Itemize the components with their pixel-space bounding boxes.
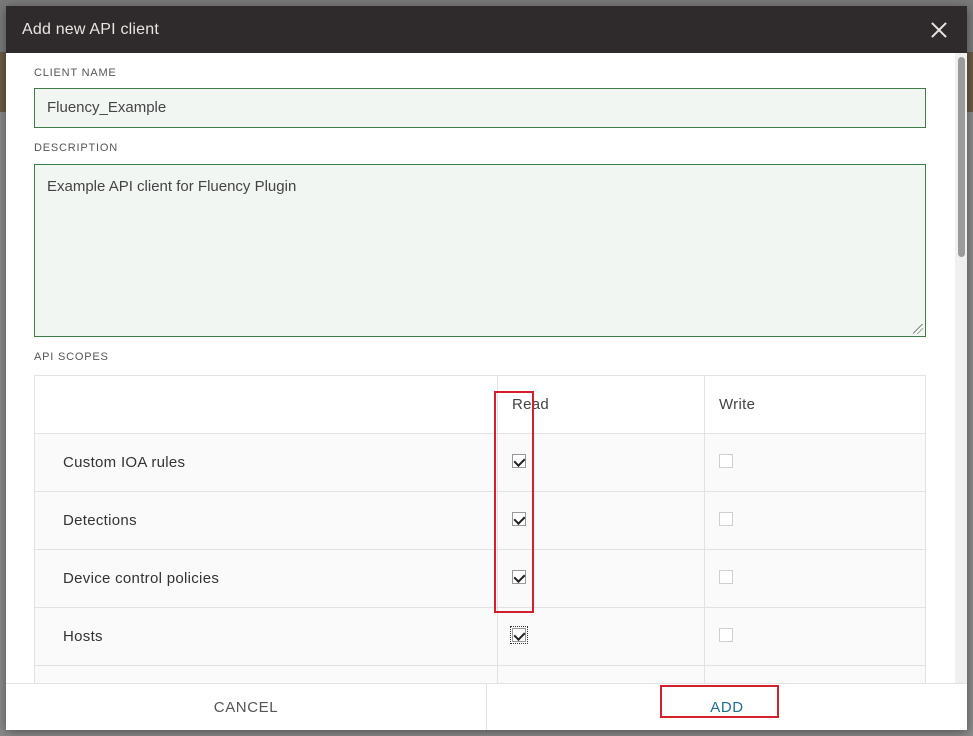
description-label: DESCRIPTION [34, 142, 118, 154]
dialog-footer: CANCEL ADD [6, 683, 967, 730]
cancel-button[interactable]: CANCEL [6, 684, 487, 730]
scope-name: Custom IOA rules [35, 434, 498, 491]
table-row: Device control policies [35, 550, 925, 608]
column-header-read: Read [498, 376, 705, 433]
read-cell [498, 434, 705, 491]
client-name-label: CLIENT NAME [34, 67, 117, 79]
table-row: Hosts [35, 608, 925, 666]
client-name-input[interactable]: Fluency_Example [34, 88, 926, 128]
column-header-write: Write [719, 396, 756, 413]
write-checkbox-custom-ioa-rules[interactable] [719, 454, 733, 468]
description-textarea[interactable]: Example API client for Fluency Plugin [34, 164, 926, 337]
read-checkbox-device-control-policies[interactable] [512, 570, 526, 584]
add-api-client-dialog: Add new API client CLIENT NAME Fluency_E… [6, 6, 967, 730]
dialog-header: Add new API client [6, 6, 967, 53]
resize-grip-icon[interactable] [913, 324, 923, 334]
description-text: Example API client for Fluency Plugin [47, 178, 297, 195]
write-checkbox-device-control-policies[interactable] [719, 570, 733, 584]
table-header-row: Read Write [35, 376, 925, 434]
read-checkbox-detections[interactable] [512, 512, 526, 526]
table-row [35, 666, 925, 683]
add-button[interactable]: ADD [487, 684, 967, 730]
write-cell [705, 666, 925, 683]
api-scopes-table: Read Write Custom IOA rules Detections D… [34, 375, 926, 683]
write-cell [705, 550, 925, 607]
column-header-scope [35, 376, 498, 433]
close-icon[interactable] [927, 18, 951, 42]
write-checkbox-hosts[interactable] [719, 628, 733, 642]
scope-name: Hosts [35, 608, 498, 665]
read-checkbox-custom-ioa-rules[interactable] [512, 454, 526, 468]
table-row: Detections [35, 492, 925, 550]
scrollbar-thumb[interactable] [958, 57, 965, 257]
read-cell [498, 492, 705, 549]
dialog-body: CLIENT NAME Fluency_Example DESCRIPTION … [6, 53, 967, 683]
read-cell [498, 666, 705, 683]
write-cell [705, 608, 925, 665]
table-row: Custom IOA rules [35, 434, 925, 492]
api-scopes-label: API SCOPES [34, 351, 109, 363]
read-cell [498, 550, 705, 607]
write-checkbox-detections[interactable] [719, 512, 733, 526]
read-checkbox-hosts[interactable] [510, 626, 528, 644]
write-cell [705, 492, 925, 549]
scrollbar[interactable] [955, 53, 967, 683]
read-cell [498, 608, 705, 665]
scope-name [35, 666, 498, 683]
write-cell [705, 434, 925, 491]
dialog-title: Add new API client [22, 20, 160, 38]
scope-name: Device control policies [35, 550, 498, 607]
scope-name: Detections [35, 492, 498, 549]
